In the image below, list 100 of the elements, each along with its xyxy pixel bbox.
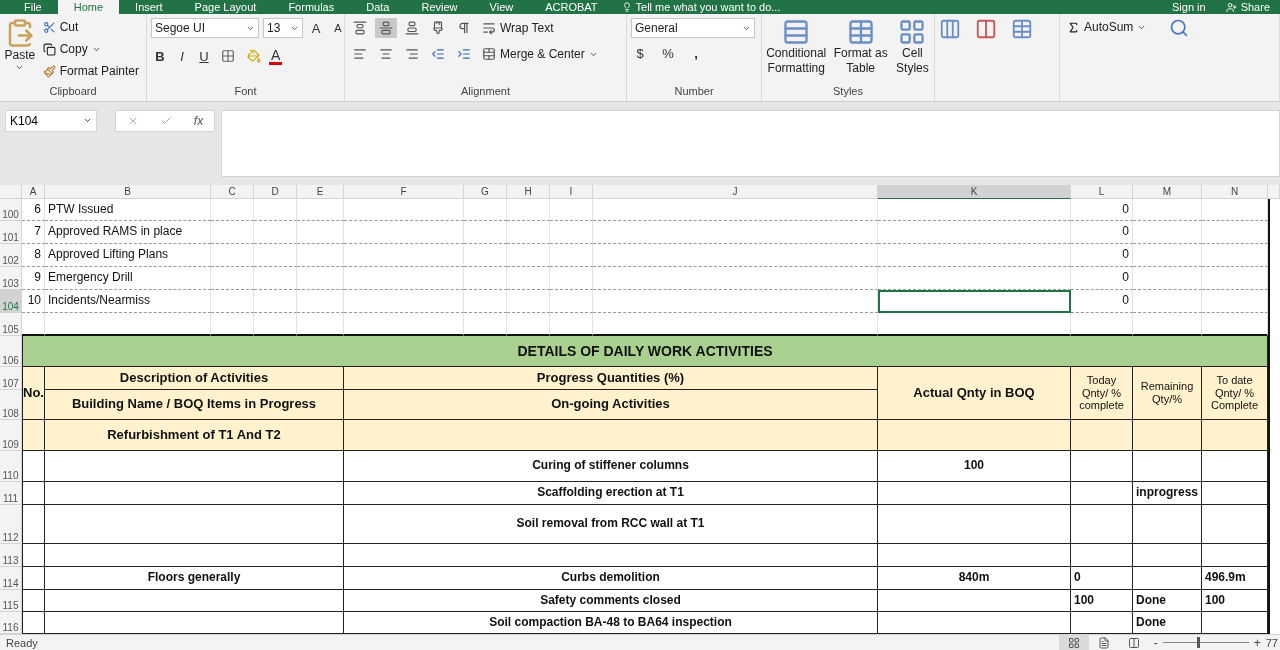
ribbon-tab[interactable]: Review xyxy=(405,0,474,14)
table-cell xyxy=(1133,313,1202,336)
table-cell: 0 xyxy=(1071,244,1133,267)
formula-input[interactable] xyxy=(221,109,1280,177)
sign-in-link[interactable]: Sign in xyxy=(1162,1,1216,13)
name-box[interactable]: K104 xyxy=(5,109,97,132)
table-cell xyxy=(211,267,254,290)
ribbon-tab[interactable]: Page Layout xyxy=(178,0,273,14)
row-heading[interactable]: 104 xyxy=(0,290,22,313)
currency-button[interactable]: $ xyxy=(631,46,649,61)
ribbon-tab[interactable]: Data xyxy=(350,0,406,14)
row-heading[interactable]: 109 xyxy=(0,420,22,451)
ribbon-tab[interactable]: Home xyxy=(57,0,120,14)
vertical-align-button[interactable] xyxy=(375,18,397,38)
underline-button[interactable]: U xyxy=(195,48,213,64)
column-heading[interactable]: K xyxy=(878,185,1071,199)
zoom-thumb[interactable] xyxy=(1197,637,1201,648)
table-cell xyxy=(1071,544,1133,567)
normal-view-button[interactable] xyxy=(1058,635,1089,650)
styles-button[interactable]: Cell Styles xyxy=(894,18,930,85)
table-cell xyxy=(297,244,344,267)
row-heading[interactable]: 113 xyxy=(0,544,22,567)
column-heading[interactable]: E xyxy=(297,185,344,199)
merge-center-button[interactable]: Merge & Center xyxy=(479,45,601,63)
ribbon-tab[interactable]: Insert xyxy=(119,0,179,14)
tell-me-search[interactable]: Tell me what you want to do... xyxy=(635,1,781,13)
comma-button[interactable]: , xyxy=(687,46,705,61)
table-cell xyxy=(1133,505,1202,544)
ribbon-tab[interactable]: File xyxy=(8,0,58,14)
grid-icon xyxy=(221,49,235,63)
selected-cell[interactable] xyxy=(878,290,1071,313)
row-heading[interactable]: 107 xyxy=(0,367,22,390)
column-header: Remaining Qty/% xyxy=(1133,367,1202,420)
column-heading[interactable]: M xyxy=(1133,185,1202,199)
share-button[interactable]: Share xyxy=(1215,1,1280,13)
column-heading[interactable]: A xyxy=(22,185,45,199)
ribbon-tab[interactable]: Formulas xyxy=(272,0,351,14)
cut-button[interactable]: Cut xyxy=(39,18,142,36)
column-heading[interactable]: L xyxy=(1071,185,1133,199)
middle-align-icon xyxy=(379,21,393,35)
table-icon xyxy=(898,18,927,46)
table-cell xyxy=(464,221,507,244)
row-heading[interactable]: 103 xyxy=(0,267,22,290)
align-center-icon xyxy=(379,47,393,61)
table-icon xyxy=(846,18,875,46)
percent-button[interactable]: % xyxy=(659,46,677,61)
column-heading[interactable]: C xyxy=(211,185,254,199)
column-heading[interactable]: I xyxy=(550,185,593,199)
row-heading[interactable]: 100 xyxy=(0,199,22,221)
align-right-icon xyxy=(405,47,419,61)
row-heading[interactable]: 110 xyxy=(0,451,22,482)
format-cells-icon[interactable] xyxy=(1011,18,1033,40)
merge-cells-icon xyxy=(482,47,496,61)
column-heading[interactable]: N xyxy=(1202,185,1268,199)
format-painter-button[interactable]: Format Painter xyxy=(39,62,142,80)
bold-button[interactable]: B xyxy=(151,48,169,64)
zoom-out-button[interactable]: - xyxy=(1148,635,1163,650)
font-size-dropdown[interactable]: 13 xyxy=(263,18,303,38)
zoom-in-button[interactable]: + xyxy=(1248,635,1266,650)
autosum-button[interactable]: AutoSum xyxy=(1064,18,1150,36)
styles-button[interactable]: Format as Table xyxy=(830,18,891,85)
table-cell xyxy=(1133,221,1202,244)
paste-button[interactable]: Paste xyxy=(4,18,36,85)
row-heading[interactable]: 108 xyxy=(0,390,22,420)
row-heading[interactable]: 106 xyxy=(0,336,22,367)
styles-button[interactable]: Conditional Formatting xyxy=(766,18,827,85)
row-heading[interactable]: 115 xyxy=(0,590,22,612)
row-heading[interactable]: 111 xyxy=(0,482,22,505)
column-heading[interactable]: H xyxy=(507,185,550,199)
insert-function-button[interactable]: fx xyxy=(193,113,204,128)
table-cell xyxy=(1071,313,1133,336)
table-cell: Emergency Drill xyxy=(45,267,211,290)
caret-icon xyxy=(15,63,25,72)
column-heading[interactable]: F xyxy=(344,185,464,199)
row-heading[interactable]: 102 xyxy=(0,244,22,267)
wrap-text-button[interactable]: Wrap Text xyxy=(479,19,557,37)
font-name-dropdown[interactable]: Segoe UI xyxy=(151,18,259,38)
column-header: Today Qnty/ % complete xyxy=(1071,367,1133,420)
row-heading[interactable]: 105 xyxy=(0,313,22,336)
row-heading[interactable]: 116 xyxy=(0,612,22,634)
shrink-font-button[interactable]: A xyxy=(329,22,347,34)
row-heading[interactable]: 101 xyxy=(0,221,22,244)
column-heading[interactable]: B xyxy=(45,185,211,199)
copy-button[interactable]: Copy xyxy=(39,40,142,58)
column-heading[interactable]: J xyxy=(593,185,878,199)
italic-button[interactable]: I xyxy=(173,48,191,64)
font-color-button[interactable]: A xyxy=(269,47,283,65)
number-format-dropdown[interactable]: General xyxy=(631,18,755,38)
row-heading[interactable]: 114 xyxy=(0,567,22,590)
column-heading[interactable]: D xyxy=(254,185,297,199)
insert-cells-icon[interactable] xyxy=(939,18,961,40)
column-heading[interactable]: G xyxy=(464,185,507,199)
delete-cells-icon[interactable] xyxy=(975,18,997,40)
grow-font-button[interactable]: A xyxy=(307,20,325,36)
group-label: Clipboard xyxy=(48,84,98,99)
ribbon-tab[interactable]: ACROBAT xyxy=(529,0,614,14)
search-icon[interactable] xyxy=(1169,18,1190,38)
page-icon xyxy=(1097,636,1110,649)
ribbon-tab[interactable]: View xyxy=(473,0,530,14)
row-heading[interactable]: 112 xyxy=(0,505,22,544)
